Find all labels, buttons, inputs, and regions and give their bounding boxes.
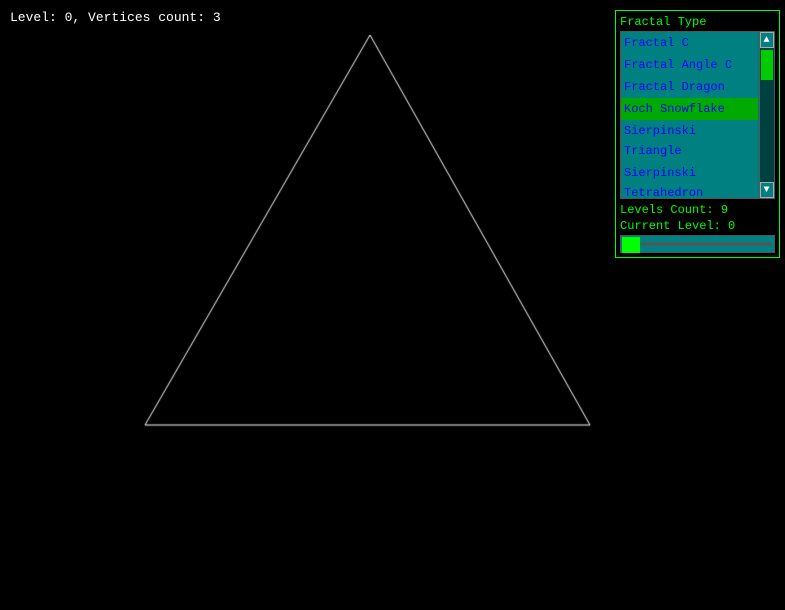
scroll-track	[760, 48, 774, 182]
fractal-list-item-3[interactable]: Koch Snowflake	[621, 98, 758, 120]
fractal-list-item-2[interactable]: Fractal Dragon	[621, 76, 758, 98]
fractal-list-item-1[interactable]: Fractal Angle C	[621, 54, 758, 76]
control-panel: Fractal Type Fractal CFractal Angle CFra…	[615, 10, 780, 258]
fractal-list[interactable]: Fractal CFractal Angle CFractal DragonKo…	[621, 32, 758, 198]
levels-count-label: Levels Count: 9	[620, 203, 775, 217]
fractal-list-item-4[interactable]: Sierpinski Triangle	[621, 120, 758, 162]
level-slider-track	[641, 243, 772, 246]
status-text: Level: 0, Vertices count: 3	[10, 10, 221, 25]
fractal-list-item-5[interactable]: Sierpinski Tetrahedron	[621, 162, 758, 199]
current-level-label: Current Level: 0	[620, 219, 775, 233]
fractal-type-label: Fractal Type	[620, 15, 775, 29]
fractal-list-item-0[interactable]: Fractal C	[621, 32, 758, 54]
level-slider-thumb	[622, 237, 640, 253]
list-scrollbar[interactable]: ▲ ▼	[758, 32, 774, 198]
scroll-up-button[interactable]: ▲	[760, 32, 774, 48]
status-bar: Level: 0, Vertices count: 3	[10, 10, 221, 25]
fractal-list-container[interactable]: Fractal CFractal Angle CFractal DragonKo…	[620, 31, 775, 199]
scroll-down-button[interactable]: ▼	[760, 182, 774, 198]
level-slider[interactable]	[620, 235, 775, 253]
scroll-thumb	[761, 50, 773, 80]
